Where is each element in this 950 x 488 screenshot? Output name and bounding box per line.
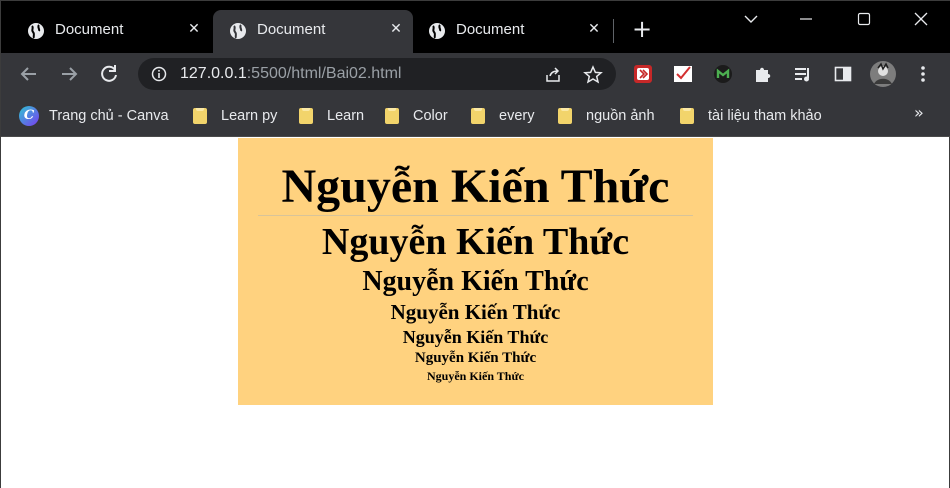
- bookmark-star-icon[interactable]: [583, 65, 603, 85]
- bookmark-folder-tai-lieu[interactable]: tài liệu tham khảo: [680, 105, 822, 127]
- folder-icon: [299, 108, 313, 124]
- forward-arrow-icon[interactable]: [57, 62, 81, 86]
- bookmark-folder-every[interactable]: every: [471, 105, 534, 127]
- bookmark-label: nguồn ảnh: [586, 108, 655, 124]
- bookmarks-bar: C Trang chủ - Canva Learn py Learn Color…: [1, 95, 950, 137]
- tab-divider: [613, 19, 614, 43]
- extension-green-icon[interactable]: [713, 64, 733, 84]
- globe-icon: [429, 23, 445, 39]
- folder-icon: [385, 108, 399, 124]
- tab-close-button[interactable]: ✕: [586, 21, 602, 37]
- close-icon[interactable]: [911, 9, 931, 29]
- bookmark-folder-color[interactable]: Color: [385, 105, 448, 127]
- bookmarks-overflow-button[interactable]: »: [914, 103, 924, 122]
- tab-title: Document: [257, 21, 326, 38]
- info-icon[interactable]: [151, 66, 167, 82]
- bookmark-label: tài liệu tham khảo: [708, 108, 822, 124]
- browser-window: Document ✕ Document ✕ Document ✕ + 127.0…: [0, 0, 950, 488]
- menu-icon[interactable]: [913, 64, 933, 84]
- heading-7: Nguyễn Kiến Thức: [427, 369, 524, 383]
- bookmark-folder-nguon-anh[interactable]: nguồn ảnh: [558, 105, 655, 127]
- url-text[interactable]: 127.0.0.1:5500/html/Bai02.html: [180, 65, 401, 83]
- maximize-icon[interactable]: [854, 9, 874, 29]
- chevron-down-icon[interactable]: [741, 9, 761, 29]
- heading-1: Nguyễn Kiến Thức: [281, 160, 670, 213]
- url-path: :5500/html/Bai02.html: [246, 65, 402, 82]
- bookmark-label: Learn: [327, 108, 365, 124]
- page-viewport: Nguyễn Kiến Thức Nguyễn Kiến Thức Nguyễn…: [1, 138, 949, 488]
- tab-2[interactable]: Document ✕: [213, 10, 413, 53]
- globe-icon: [230, 23, 246, 39]
- puzzle-icon[interactable]: [753, 64, 773, 84]
- heading-3: Nguyễn Kiến Thức: [362, 266, 589, 297]
- folder-icon: [193, 108, 207, 124]
- tab-title: Document: [55, 21, 124, 38]
- tab-close-button[interactable]: ✕: [186, 21, 202, 37]
- heading-box: Nguyễn Kiến Thức Nguyễn Kiến Thức Nguyễn…: [238, 138, 713, 405]
- canva-icon: C: [19, 106, 39, 126]
- tab-close-button[interactable]: ✕: [388, 21, 404, 37]
- folder-icon: [471, 108, 485, 124]
- share-icon[interactable]: [543, 65, 563, 85]
- address-bar[interactable]: 127.0.0.1:5500/html/Bai02.html: [138, 58, 616, 90]
- tab-1[interactable]: Document ✕: [11, 10, 211, 53]
- bookmark-canva[interactable]: C Trang chủ - Canva: [19, 105, 169, 127]
- bookmark-folder-learn-py[interactable]: Learn py: [193, 105, 277, 127]
- folder-icon: [558, 108, 572, 124]
- bookmark-label: Learn py: [221, 108, 278, 124]
- url-host: 127.0.0.1: [180, 65, 247, 82]
- extension-check-icon[interactable]: [673, 64, 693, 84]
- browser-toolbar: 127.0.0.1:5500/html/Bai02.html: [1, 53, 950, 95]
- bookmark-label: Color: [413, 108, 448, 124]
- heading-5: Nguyễn Kiến Thức: [402, 327, 549, 347]
- sidepanel-icon[interactable]: [833, 64, 853, 84]
- back-arrow-icon[interactable]: [17, 62, 41, 86]
- profile-avatar[interactable]: [869, 60, 897, 88]
- bookmark-label: every: [499, 108, 535, 124]
- tab-strip: Document ✕ Document ✕ Document ✕ +: [1, 1, 950, 53]
- bookmark-label: Trang chủ - Canva: [49, 108, 169, 124]
- minimize-icon[interactable]: [796, 9, 816, 29]
- horizontal-rule: [258, 215, 693, 216]
- bookmark-folder-learn[interactable]: Learn: [299, 105, 364, 127]
- media-icon[interactable]: [793, 64, 813, 84]
- reload-icon[interactable]: [97, 62, 121, 86]
- heading-6: Nguyễn Kiến Thức: [414, 350, 537, 366]
- heading-4: Nguyễn Kiến Thức: [390, 300, 561, 324]
- extension-red-icon[interactable]: [633, 64, 653, 84]
- new-tab-button[interactable]: +: [631, 17, 653, 41]
- tab-3[interactable]: Document ✕: [412, 10, 612, 53]
- folder-icon: [680, 108, 694, 124]
- tab-title: Document: [456, 21, 525, 38]
- globe-icon: [28, 23, 44, 39]
- heading-2: Nguyễn Kiến Thức: [321, 221, 630, 263]
